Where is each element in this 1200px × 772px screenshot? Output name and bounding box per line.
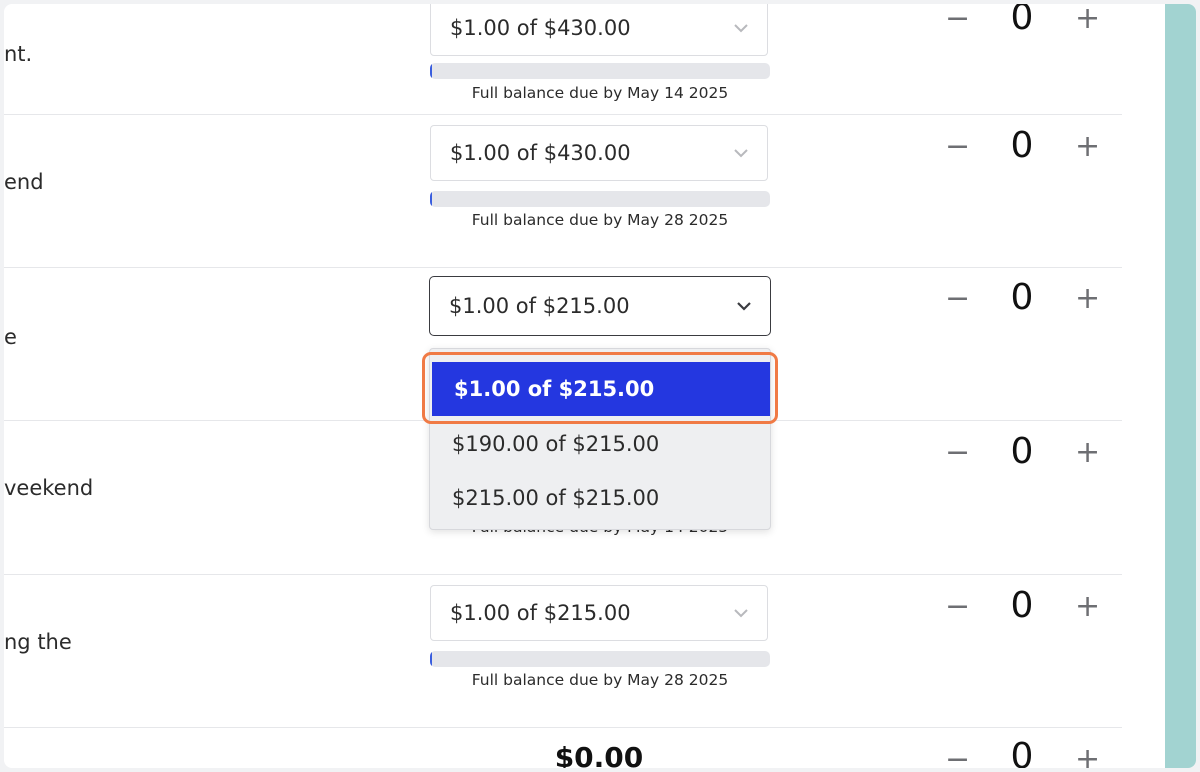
quantity-value: 0	[1010, 125, 1034, 166]
quantity-value: 0	[1010, 277, 1034, 318]
decrease-quantity-button[interactable]: −	[945, 745, 970, 769]
increase-quantity-button[interactable]: +	[1075, 132, 1100, 162]
chevron-down-icon	[734, 24, 748, 33]
decrease-quantity-button[interactable]: −	[945, 592, 970, 622]
increase-quantity-button[interactable]: +	[1075, 4, 1100, 34]
ticket-row: end $1.00 of $430.00 Full balance due by…	[4, 114, 1122, 268]
decrease-quantity-button[interactable]: −	[945, 132, 970, 162]
ticket-description: veekend	[4, 476, 94, 500]
ticket-description: nt.	[4, 42, 33, 66]
due-date-text: Full balance due by May 28 2025	[471, 671, 729, 689]
payment-progress-bar	[430, 63, 770, 79]
select-value: $1.00 of $215.00	[449, 294, 630, 318]
payment-progress-bar	[430, 651, 770, 667]
payment-amount-select[interactable]: $1.00 of $430.00	[430, 125, 768, 181]
payment-amount-select[interactable]: $1.00 of $215.00	[429, 276, 771, 336]
payment-plan-panel: nt. $1.00 of $430.00 Full balance due by…	[4, 4, 1196, 768]
payment-progress-fill	[430, 651, 433, 667]
increase-quantity-button[interactable]: +	[1075, 284, 1100, 314]
increase-quantity-button[interactable]: +	[1075, 745, 1100, 769]
dropdown-option[interactable]: $1.00 of $215.00	[432, 362, 770, 416]
decrease-quantity-button[interactable]: −	[945, 284, 970, 314]
chevron-down-icon	[734, 149, 748, 158]
increase-quantity-button[interactable]: +	[1075, 592, 1100, 622]
quantity-value: 0	[1010, 736, 1034, 769]
chevron-down-icon	[737, 302, 751, 311]
select-value: $1.00 of $430.00	[450, 16, 631, 40]
ticket-row: nt. $1.00 of $430.00 Full balance due by…	[4, 4, 1122, 115]
payment-amount-dropdown-list: $1.00 of $215.00 $190.00 of $215.00 $215…	[429, 348, 771, 530]
quantity-value: 0	[1010, 585, 1034, 626]
dropdown-option[interactable]: $215.00 of $215.00	[430, 471, 770, 525]
ticket-row: ng the $1.00 of $215.00 Full balance due…	[4, 574, 1122, 728]
payment-progress-fill	[430, 63, 433, 79]
total-row: $0.00 − 0 +	[4, 727, 1122, 769]
ticket-description: end	[4, 170, 44, 194]
increase-quantity-button[interactable]: +	[1075, 438, 1100, 468]
decrease-quantity-button[interactable]: −	[945, 4, 970, 34]
dropdown-option[interactable]: $190.00 of $215.00	[430, 417, 770, 471]
due-date-text: Full balance due by May 14 2025	[471, 84, 729, 102]
ticket-description: e	[4, 325, 17, 349]
payment-progress-bar	[430, 191, 770, 207]
decrease-quantity-button[interactable]: −	[945, 438, 970, 468]
accent-sidebar-strip	[1165, 4, 1196, 768]
payment-progress-fill	[430, 191, 433, 207]
total-amount: $0.00	[554, 741, 644, 768]
quantity-value: 0	[1010, 4, 1034, 38]
ticket-description: ng the	[4, 630, 72, 654]
chevron-down-icon	[734, 609, 748, 618]
quantity-value: 0	[1010, 431, 1034, 472]
select-value: $1.00 of $215.00	[450, 601, 631, 625]
select-value: $1.00 of $430.00	[450, 141, 631, 165]
payment-amount-select[interactable]: $1.00 of $215.00	[430, 585, 768, 641]
due-date-text: Full balance due by May 28 2025	[471, 211, 729, 229]
payment-amount-select[interactable]: $1.00 of $430.00	[430, 4, 768, 56]
